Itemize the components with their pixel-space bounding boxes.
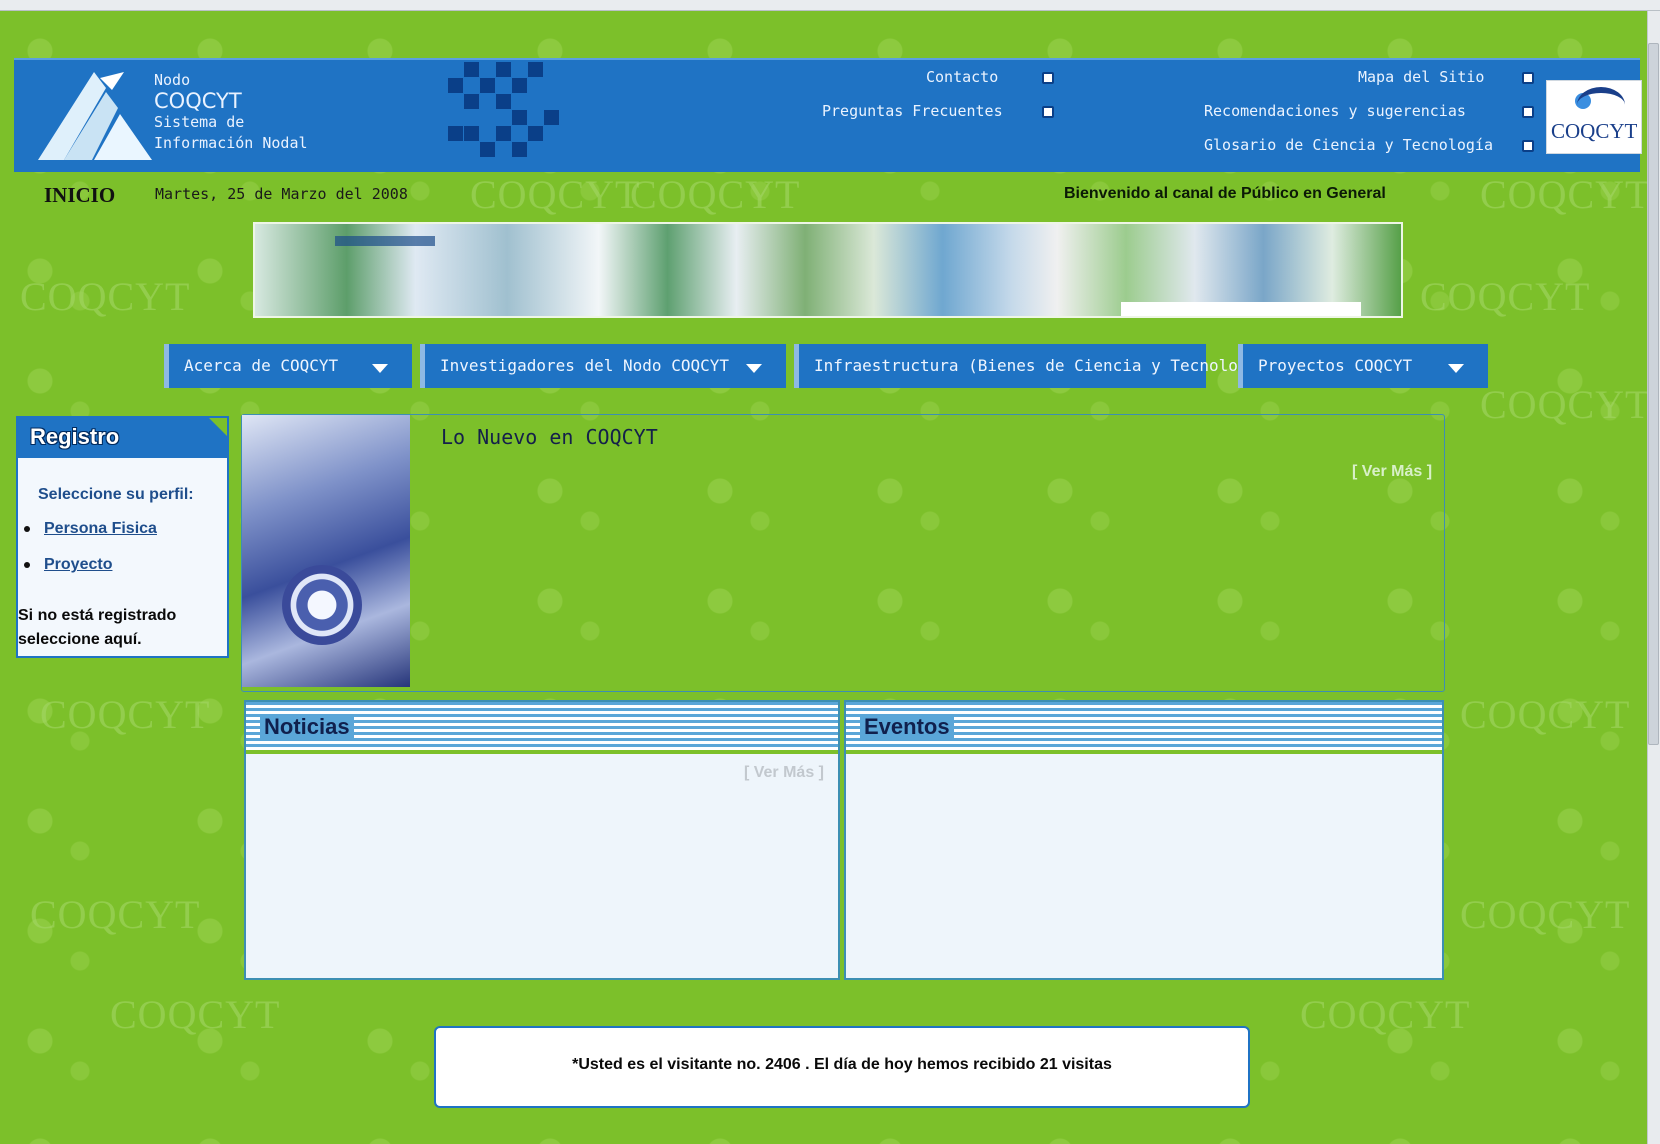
glosario-link[interactable]: Glosario de Ciencia y Tecnología (1204, 136, 1493, 154)
nav-infraestructura-label: Infraestructura (Bienes de Ciencia y Tec… (814, 356, 1277, 375)
nav-acerca[interactable]: Acerca de COQCYT (164, 344, 412, 388)
watermark: COQCYT (20, 274, 191, 319)
noticias-ver-mas-link[interactable]: [ Ver Más ] (744, 764, 824, 782)
registro-header: Registro (18, 418, 227, 458)
not-registered-link[interactable]: Si no está registrado seleccione aquí. (18, 604, 218, 652)
lo-nuevo-panel: Lo Nuevo en COQCYT [ Ver Más ] (241, 414, 1445, 692)
banner-strip (335, 236, 435, 246)
at-symbol-icon (282, 565, 362, 645)
watermark: COQCYT (1300, 992, 1471, 1037)
watermark: COQCYT (1420, 274, 1591, 319)
inicio-label[interactable]: INICIO (44, 183, 115, 208)
lo-nuevo-title: Lo Nuevo en COQCYT (441, 425, 658, 449)
watermark: COQCYT (1480, 172, 1648, 217)
divider (246, 750, 838, 754)
registro-panel: Registro Seleccione su perfil: Persona F… (16, 416, 229, 658)
tab-edge (794, 344, 799, 388)
brand-line: Información Nodal (154, 134, 308, 152)
visitor-counter-text: *Usted es el visitante no. 2406 . El día… (572, 1056, 1112, 1073)
chevron-down-icon (746, 364, 762, 373)
banner-cutout (1121, 302, 1361, 316)
watermark: COQCYT (470, 172, 641, 217)
vertical-scrollbar[interactable] (1647, 11, 1660, 1144)
site-header: Nodo COQCYT Sistema de Información Nodal… (14, 58, 1642, 172)
scrollbar-thumb[interactable] (1648, 43, 1659, 745)
current-date: Martes, 25 de Marzo del 2008 (155, 185, 408, 203)
eventos-panel: Eventos (844, 700, 1444, 980)
bullet-icon (24, 561, 30, 568)
recomendaciones-link[interactable]: Recomendaciones y sugerencias (1204, 102, 1466, 120)
chevron-down-icon (1448, 364, 1464, 373)
eventos-title: Eventos (860, 714, 954, 740)
watermark: COQCYT (1480, 382, 1648, 427)
noticias-title: Noticias (260, 714, 354, 740)
contacto-link[interactable]: Contacto (926, 68, 998, 86)
nav-proyectos-label: Proyectos COQCYT (1258, 356, 1413, 375)
browser-top-edge (0, 0, 1660, 11)
proyecto-link[interactable]: Proyecto (44, 556, 112, 573)
bullet-icon (24, 525, 30, 532)
persona-fisica-link[interactable]: Persona Fisica (44, 520, 157, 537)
watermark: COQCYT (40, 692, 211, 737)
watermark: COQCYT (30, 892, 201, 937)
chevron-down-icon (372, 364, 388, 373)
bullet-icon (1042, 106, 1054, 118)
coqcyt-logo-icon (38, 72, 152, 160)
profile-option: Proyecto (24, 556, 112, 574)
watermark: COQCYT (630, 172, 801, 217)
tab-edge (1238, 344, 1243, 388)
brand-line: Sistema de (154, 113, 245, 131)
preguntas-frecuentes-link[interactable]: Preguntas Frecuentes (822, 102, 1003, 120)
welcome-message: Bienvenido al canal de Público en Genera… (1064, 185, 1386, 202)
eventos-header: Eventos (846, 702, 1442, 750)
mapa-del-sitio-link[interactable]: Mapa del Sitio (1358, 68, 1484, 86)
noticias-header: Noticias (246, 702, 838, 750)
bullet-icon (1042, 72, 1054, 84)
watermark: COQCYT (110, 992, 281, 1037)
registro-title: Registro (30, 424, 120, 449)
lo-nuevo-image (242, 415, 410, 687)
nav-investigadores[interactable]: Investigadores del Nodo COQCYT (420, 344, 786, 388)
bullet-icon (1522, 106, 1534, 118)
logo-swirl-icon (1577, 87, 1625, 123)
noticias-panel: Noticias [ Ver Más ] (244, 700, 840, 980)
lo-nuevo-ver-mas-link[interactable]: [ Ver Más ] (1352, 463, 1432, 481)
divider (846, 750, 1442, 754)
select-profile-label: Seleccione su perfil: (38, 486, 194, 503)
bullet-icon (1522, 140, 1534, 152)
tab-edge (420, 344, 425, 388)
coqcyt-corner-logo[interactable]: COQCYT (1546, 80, 1642, 154)
bullet-icon (1522, 72, 1534, 84)
nav-investigadores-label: Investigadores del Nodo COQCYT (440, 356, 729, 375)
watermark: COQCYT (1460, 692, 1631, 737)
nav-infraestructura[interactable]: Infraestructura (Bienes de Ciencia y Tec… (794, 344, 1276, 388)
profile-option: Persona Fisica (24, 520, 157, 538)
nav-acerca-label: Acerca de COQCYT (184, 356, 339, 375)
nav-proyectos[interactable]: Proyectos COQCYT (1238, 344, 1488, 388)
watermark: COQCYT (1460, 892, 1631, 937)
brand-line: Nodo (154, 71, 191, 89)
brand-text: Nodo COQCYT Sistema de Información Nodal (154, 70, 308, 154)
visitor-counter: *Usted es el visitante no. 2406 . El día… (434, 1026, 1250, 1108)
corner-logo-text: COQCYT (1551, 119, 1638, 143)
photo-banner (253, 222, 1403, 318)
tab-edge (164, 344, 169, 388)
pixel-decoration (444, 60, 584, 168)
brand-name: COQCYT (154, 89, 242, 113)
